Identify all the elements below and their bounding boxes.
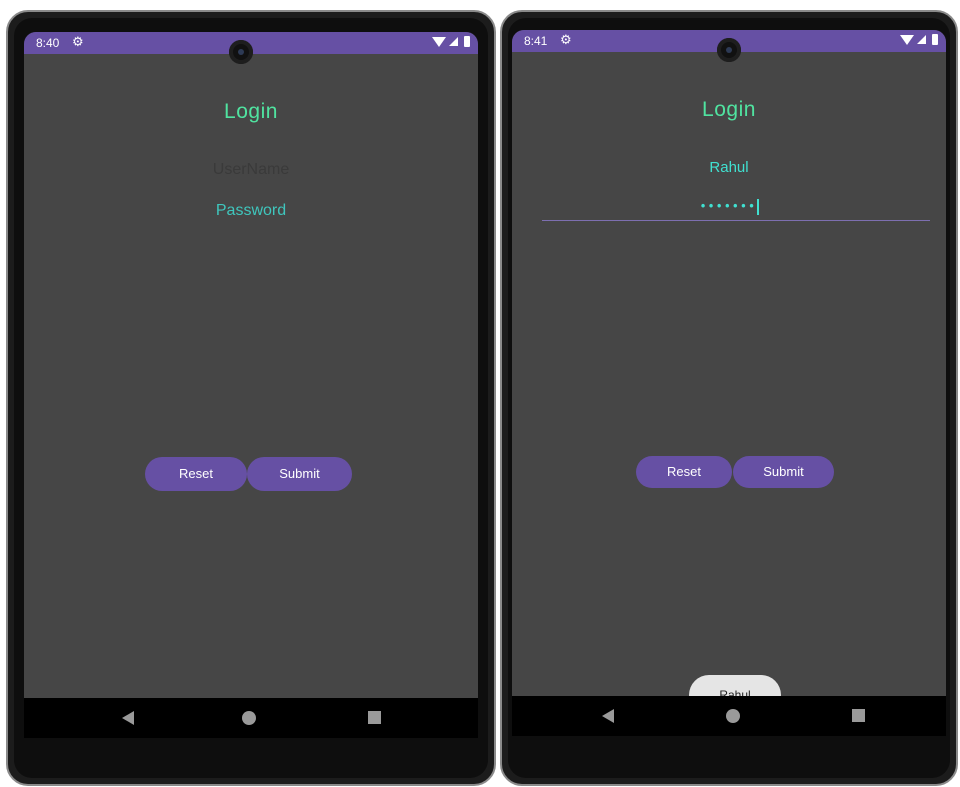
submit-button[interactable]: Submit <box>733 456 834 488</box>
signal-icon <box>917 35 926 44</box>
navigation-bar <box>512 696 946 736</box>
screen-left: 8:40 ⚙ Login UserName Password Reset Sub… <box>24 32 478 738</box>
status-time: 8:41 <box>524 34 548 48</box>
settings-gear-icon: ⚙ <box>72 35 84 50</box>
status-icons <box>900 34 938 45</box>
recents-icon[interactable] <box>368 711 381 724</box>
settings-gear-icon: ⚙ <box>560 33 572 48</box>
wifi-icon <box>900 34 914 45</box>
front-camera-icon <box>717 38 741 62</box>
back-icon[interactable] <box>122 711 134 725</box>
status-time: 8:40 <box>36 36 60 50</box>
battery-icon <box>464 36 470 47</box>
front-camera-icon <box>229 40 253 64</box>
navigation-bar <box>24 698 478 738</box>
screen-right: 8:41 ⚙ Login Rahul ••••••• Reset Submit … <box>512 30 946 736</box>
password-value: ••••••• <box>699 199 757 214</box>
password-input[interactable]: ••••••• <box>512 199 946 215</box>
username-input[interactable]: UserName <box>24 161 478 179</box>
home-icon[interactable] <box>726 709 740 723</box>
battery-icon <box>932 34 938 45</box>
username-input[interactable]: Rahul <box>512 159 946 176</box>
back-icon[interactable] <box>602 709 614 723</box>
reset-button[interactable]: Reset <box>636 456 732 488</box>
password-input[interactable]: Password <box>24 202 478 220</box>
reset-button[interactable]: Reset <box>145 457 247 491</box>
login-title: Login <box>224 100 278 123</box>
recents-icon[interactable] <box>852 709 865 722</box>
signal-icon <box>449 37 458 46</box>
text-cursor <box>757 199 759 215</box>
status-icons <box>432 36 470 47</box>
submit-button[interactable]: Submit <box>247 457 352 491</box>
password-underline <box>542 220 930 221</box>
login-title: Login <box>702 98 756 121</box>
wifi-icon <box>432 36 446 47</box>
home-icon[interactable] <box>242 711 256 725</box>
phone-right: 8:41 ⚙ Login Rahul ••••••• Reset Submit … <box>500 10 958 786</box>
phone-left: 8:40 ⚙ Login UserName Password Reset Sub… <box>6 10 496 786</box>
